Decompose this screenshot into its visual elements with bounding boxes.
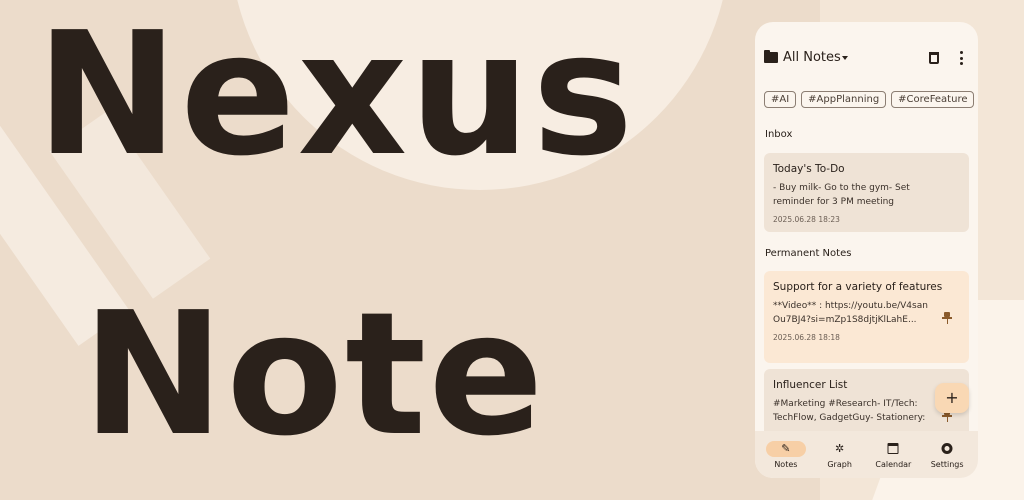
tag-filter-row: #AI #AppPlanning #CoreFeature: [764, 91, 978, 108]
nav-label: Calendar: [875, 460, 912, 469]
hero-title-line-1: Nexus: [36, 0, 636, 194]
note-card[interactable]: Support for a variety of features **Vide…: [764, 271, 969, 363]
hero-title-line-2: Note: [82, 276, 546, 474]
tag-chip[interactable]: #AppPlanning: [801, 91, 887, 108]
note-title: Today's To-Do: [773, 163, 845, 175]
note-body: **Video** : https://youtu.be/V4sanOu7BJ4…: [773, 301, 928, 325]
tag-chip[interactable]: #AI: [764, 91, 797, 108]
calendar-icon: [887, 443, 899, 454]
pin-icon[interactable]: [942, 312, 952, 324]
note-date: 2025.06.28 18:23: [773, 215, 840, 224]
pencil-icon: ✎: [781, 442, 791, 455]
note-title: Support for a variety of features: [773, 281, 943, 293]
note-title: Influencer List: [773, 379, 848, 391]
note-body: #Marketing #Research- IT/Tech: TechFlow,…: [773, 399, 926, 423]
trash-icon[interactable]: [929, 52, 939, 64]
bottom-nav: ✎ Notes ✲ Graph Calendar Settings: [755, 431, 978, 478]
top-app-bar: All Notes: [755, 46, 978, 70]
folder-icon: [764, 50, 778, 63]
nav-item-graph[interactable]: ✲ Graph: [816, 431, 864, 478]
folder-selector[interactable]: All Notes: [783, 50, 841, 65]
nav-item-calendar[interactable]: Calendar: [869, 431, 917, 478]
nav-label: Notes: [774, 460, 798, 469]
section-inbox-label: Inbox: [765, 129, 793, 140]
caret-down-icon[interactable]: [842, 56, 848, 60]
phone-screen: All Notes #AI #AppPlanning #CoreFeature …: [755, 22, 978, 478]
nav-label: Graph: [827, 460, 852, 469]
tag-chip[interactable]: #CoreFeature: [891, 91, 975, 108]
nav-item-settings[interactable]: Settings: [923, 431, 971, 478]
note-body: - Buy milk- Go to the gym- Set reminder …: [773, 183, 910, 207]
add-note-button[interactable]: +: [935, 383, 969, 413]
note-card[interactable]: Today's To-Do - Buy milk- Go to the gym-…: [764, 153, 969, 232]
section-permanent-label: Permanent Notes: [765, 248, 852, 259]
graph-icon: ✲: [835, 442, 845, 455]
nav-item-notes[interactable]: ✎ Notes: [762, 431, 810, 478]
note-date: 2025.06.28 18:18: [773, 333, 840, 342]
gear-icon: [941, 443, 953, 454]
more-vert-icon[interactable]: [959, 51, 963, 65]
nav-label: Settings: [930, 460, 964, 469]
